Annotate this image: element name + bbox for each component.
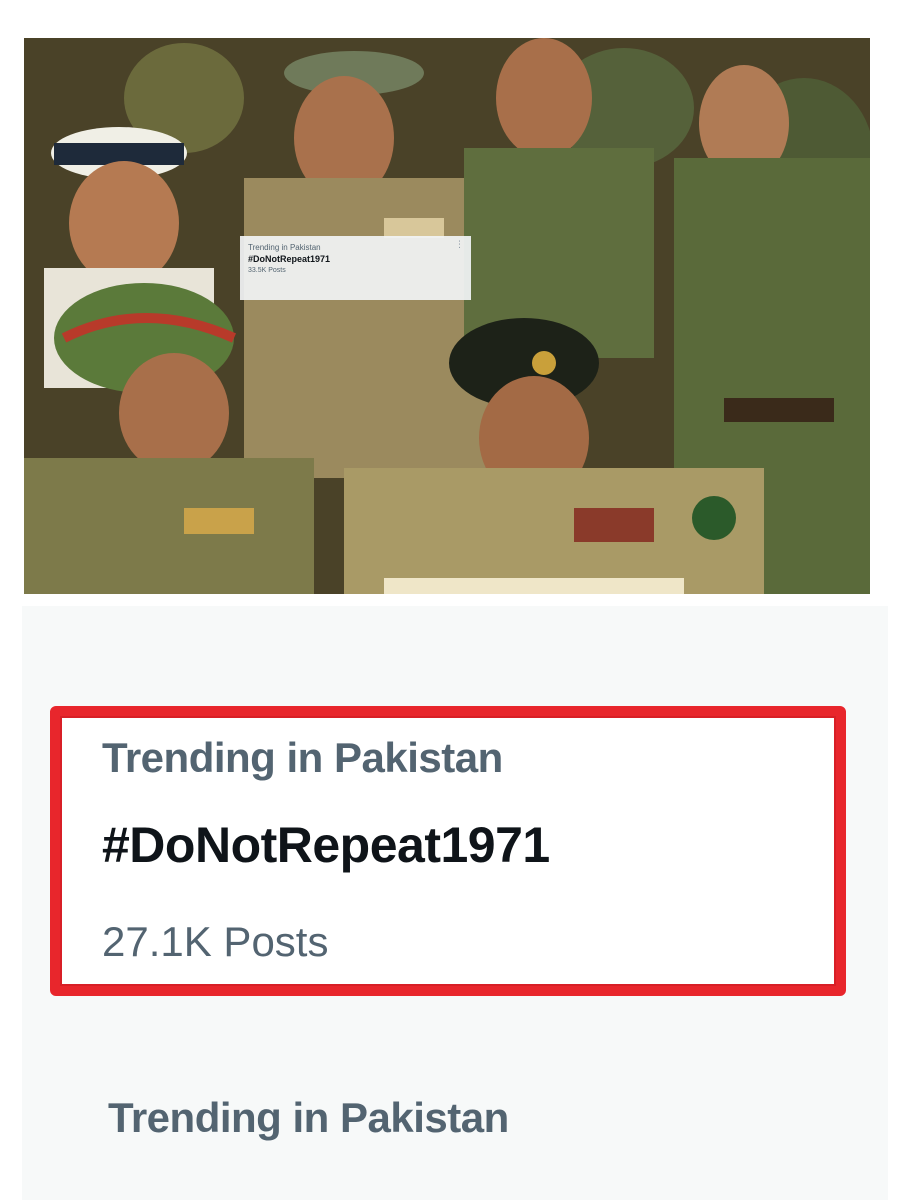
- more-dots-icon: ⋮: [455, 239, 464, 249]
- overlay-trend-post-count: 33.5K Posts: [248, 267, 286, 274]
- highlighted-trend-item[interactable]: Trending in Pakistan #DoNotRepeat1971 27…: [50, 706, 846, 996]
- overlay-trend-hashtag: #DoNotRepeat1971: [248, 254, 331, 264]
- trend-post-count: 27.1K Posts: [102, 918, 329, 965]
- trend-overlay-card: Trending in Pakistan #DoNotRepeat1971 33…: [240, 236, 471, 300]
- overlay-trend-location: Trending in Pakistan: [248, 243, 321, 252]
- photo-illustration: [24, 38, 870, 594]
- trending-screenshot: Trending in Pakistan #DoNotRepeat1971 27…: [22, 606, 888, 1200]
- trend-hashtag[interactable]: #DoNotRepeat1971: [102, 816, 550, 874]
- next-trend-location-label[interactable]: Trending in Pakistan: [108, 1094, 509, 1142]
- historic-photo: Trending in Pakistan #DoNotRepeat1971 33…: [24, 38, 870, 594]
- trend-location-label: Trending in Pakistan: [102, 734, 503, 781]
